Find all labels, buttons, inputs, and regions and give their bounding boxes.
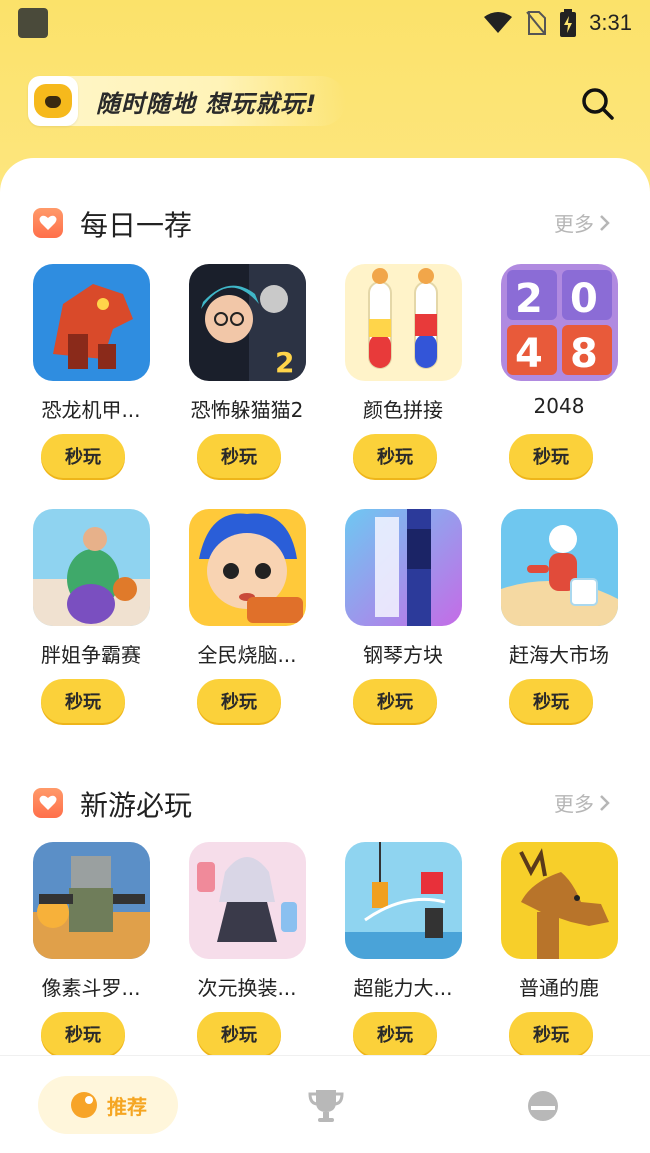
svg-text:2: 2 — [275, 346, 294, 379]
search-button[interactable] — [578, 84, 618, 124]
svg-text:0: 0 — [570, 276, 598, 322]
piano-tiles-icon[interactable] — [345, 509, 462, 626]
game-card[interactable]: 普通的鹿 秒玩 — [489, 842, 629, 1062]
more-link[interactable]: 更多 — [554, 788, 612, 817]
heart-icon — [33, 788, 63, 818]
game-card[interactable]: 全民烧脑... 秒玩 — [177, 509, 317, 729]
section-header: 新游必玩 更多 — [0, 776, 650, 826]
beach-market-icon[interactable] — [501, 509, 618, 626]
game-name: 钢琴方块 — [363, 643, 443, 667]
trophy-icon — [308, 1090, 344, 1122]
svg-text:8: 8 — [570, 331, 598, 377]
game-card[interactable]: 赶海大市场 秒玩 — [489, 509, 629, 729]
search-icon — [582, 88, 614, 120]
game-name: 恐怖躲猫猫2 — [190, 398, 304, 422]
nav-tab-recommend[interactable]: 推荐 — [38, 1076, 178, 1134]
game-row: 像素斗罗... 秒玩 次元换装... 秒玩 超能力大... 秒玩 普通的鹿 秒玩 — [0, 842, 650, 1062]
play-button[interactable]: 秒玩 — [41, 679, 125, 723]
play-button[interactable]: 秒玩 — [197, 434, 281, 478]
game-2048-icon[interactable]: 2 0 4 8 — [501, 264, 618, 381]
status-bar: 3:31 — [0, 0, 650, 46]
play-button[interactable]: 秒玩 — [197, 679, 281, 723]
game-name: 普通的鹿 — [519, 976, 599, 1000]
status-time: 3:31 — [589, 10, 632, 35]
play-button[interactable]: 秒玩 — [509, 434, 593, 478]
game-name: 胖姐争霸赛 — [41, 643, 141, 667]
game-card[interactable]: 恐龙机甲... 秒玩 — [21, 264, 161, 484]
game-card[interactable]: 钢琴方块 秒玩 — [333, 509, 473, 729]
pixel-soldier-icon[interactable] — [33, 842, 150, 959]
play-button[interactable]: 秒玩 — [197, 1012, 281, 1056]
chevron-right-icon — [600, 214, 610, 231]
game-name: 颜色拼接 — [363, 398, 443, 422]
chevron-right-icon — [600, 794, 610, 811]
game-name: 全民烧脑... — [197, 643, 297, 667]
section-header: 每日一荐 更多 — [0, 196, 650, 246]
main-content: 每日一荐 更多 恐龙机甲... 秒玩 2 恐怖躲猫猫2 秒玩 颜色拼接 秒玩 2… — [0, 158, 650, 1058]
more-link[interactable]: 更多 — [554, 208, 612, 237]
slogan-text: 随时随地 想玩就玩! — [96, 89, 318, 118]
nav-tab-ranking[interactable] — [306, 1086, 346, 1126]
game-card[interactable]: 2 0 4 8 2048 秒玩 — [489, 264, 629, 484]
game-name: 恐龙机甲... — [41, 398, 141, 422]
game-card[interactable]: 胖姐争霸赛 秒玩 — [21, 509, 161, 729]
no-sim-icon — [526, 11, 547, 35]
game-card[interactable]: 次元换装... 秒玩 — [177, 842, 317, 1062]
game-controller-icon — [71, 1092, 97, 1118]
game-row: 恐龙机甲... 秒玩 2 恐怖躲猫猫2 秒玩 颜色拼接 秒玩 2 0 4 8 2… — [0, 264, 650, 484]
svg-text:4: 4 — [515, 331, 543, 377]
deer-icon[interactable] — [501, 842, 618, 959]
battery-icon — [560, 9, 577, 37]
superpower-icon[interactable] — [345, 842, 462, 959]
fat-race-icon[interactable] — [33, 509, 150, 626]
nav-tab-profile[interactable] — [523, 1086, 563, 1126]
game-name: 像素斗罗... — [41, 976, 141, 1000]
profile-icon — [528, 1091, 558, 1121]
more-label: 更多 — [554, 212, 594, 236]
play-button[interactable]: 秒玩 — [41, 1012, 125, 1056]
play-button[interactable]: 秒玩 — [353, 434, 437, 478]
section-title: 新游必玩 — [80, 789, 193, 822]
game-name: 超能力大... — [353, 976, 453, 1000]
game-card[interactable]: 像素斗罗... 秒玩 — [21, 842, 161, 1062]
nav-tab-label: 推荐 — [107, 1094, 147, 1119]
wifi-icon — [484, 12, 513, 33]
dressup-icon[interactable] — [189, 842, 306, 959]
game-card[interactable]: 颜色拼接 秒玩 — [333, 264, 473, 484]
section-title: 每日一荐 — [80, 209, 193, 242]
svg-text:2: 2 — [515, 276, 543, 322]
play-button[interactable]: 秒玩 — [509, 1012, 593, 1056]
play-button[interactable]: 秒玩 — [41, 434, 125, 478]
bottom-nav: 推荐 — [0, 1055, 650, 1153]
slogan-banner: 随时随地 想玩就玩! — [28, 76, 346, 126]
game-card[interactable]: 2 恐怖躲猫猫2 秒玩 — [177, 264, 317, 484]
horror-hide-seek-icon[interactable]: 2 — [189, 264, 306, 381]
notification-icon — [18, 8, 48, 38]
play-button[interactable]: 秒玩 — [353, 679, 437, 723]
game-name: 2048 — [533, 394, 585, 418]
game-row: 胖姐争霸赛 秒玩 全民烧脑... 秒玩 钢琴方块 秒玩 赶海大市场 秒玩 — [0, 509, 650, 729]
game-name: 赶海大市场 — [509, 643, 609, 667]
more-label: 更多 — [554, 792, 594, 816]
heart-icon — [33, 208, 63, 238]
game-name: 次元换装... — [197, 976, 297, 1000]
app-logo — [28, 76, 78, 126]
play-button[interactable]: 秒玩 — [509, 679, 593, 723]
dino-mech-icon[interactable] — [33, 264, 150, 381]
app-header: 随时随地 想玩就玩! — [0, 70, 650, 134]
brain-burn-icon[interactable] — [189, 509, 306, 626]
game-card[interactable]: 超能力大... 秒玩 — [333, 842, 473, 1062]
color-sort-icon[interactable] — [345, 264, 462, 381]
play-button[interactable]: 秒玩 — [353, 1012, 437, 1056]
